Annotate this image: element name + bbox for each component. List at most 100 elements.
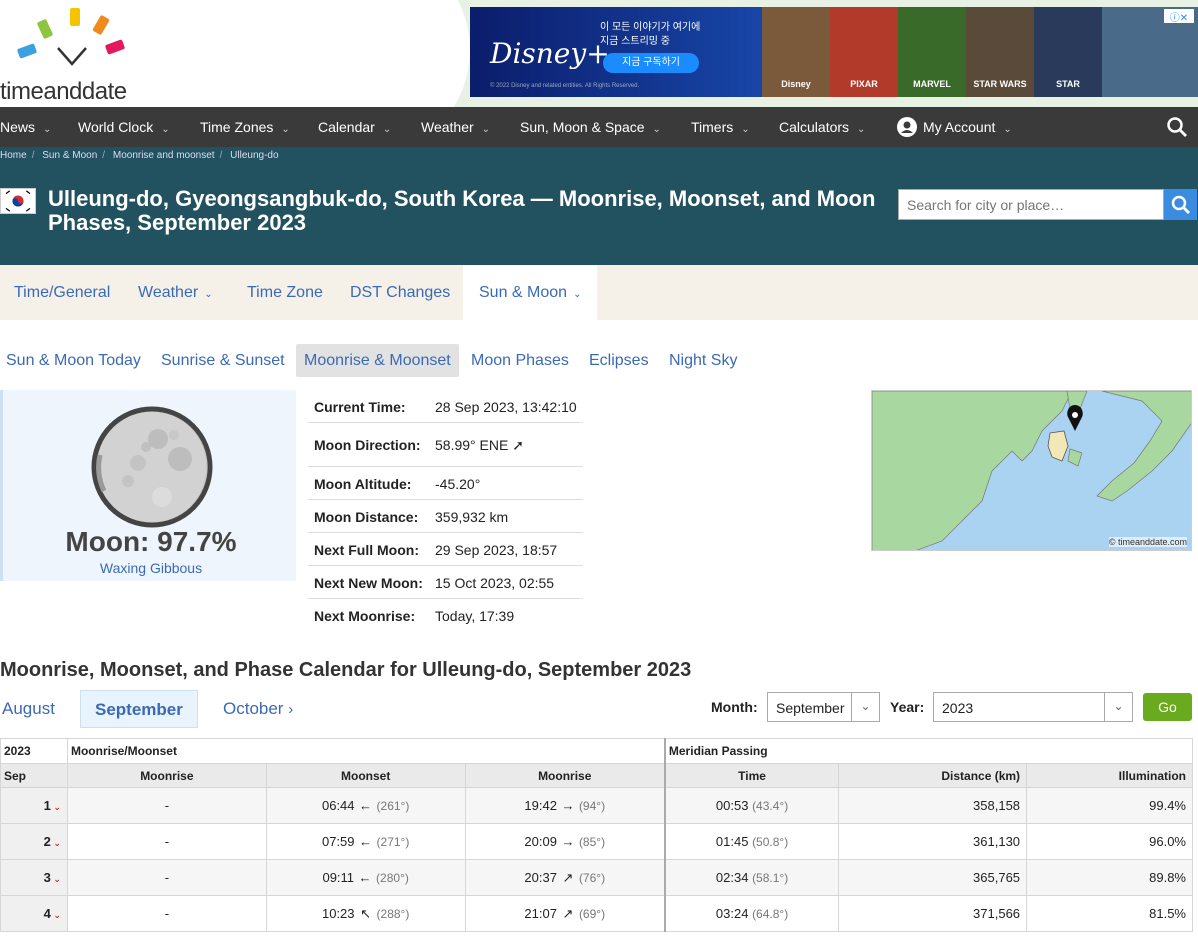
chevron-down-icon: ⌄ xyxy=(1003,124,1012,135)
moonrise-cell: - xyxy=(66,823,267,860)
title-band: Home / Sun & Moon / Moonrise and moonset / … xyxy=(0,147,1198,265)
moonset-cell: 07:59 ← (271°) xyxy=(265,823,466,860)
moonrise-cell: 19:42 → (94°) xyxy=(464,787,666,824)
direction-arrow-icon: ← xyxy=(358,870,372,885)
year-select[interactable]: 2023 ⌄ xyxy=(933,692,1133,722)
meridian-time-cell: 01:45 (50.8°) xyxy=(663,823,840,860)
moonset-cell: 06:44 ← (261°) xyxy=(265,787,466,824)
subnav-sun-moon-today[interactable]: Sun & Moon Today xyxy=(6,344,141,377)
day-cell[interactable]: 2 ⌄ xyxy=(0,823,68,860)
calendar-heading: Moonrise, Moonset, and Phase Calendar fo… xyxy=(0,659,692,681)
site-logo[interactable]: timeanddate xyxy=(0,6,160,105)
meridian-time-cell: 02:34 (58.1°) xyxy=(663,859,840,896)
ad-tagline-line1: 이 모든 이야기가 여기에 xyxy=(600,22,701,33)
day-cell[interactable]: 1 ⌄ xyxy=(0,787,68,824)
table-row[interactable]: 2 ⌄ -07:59 ← (271°) 20:09 → (85°) 01:45 (50.8°)… xyxy=(0,823,1193,860)
illumination-cell: 89.8% xyxy=(1026,859,1193,896)
table-row[interactable]: 3 ⌄ -09:11 ← (280°) 20:37 ↗ (76°) 02:34 (58.1°)… xyxy=(0,859,1193,896)
breadcrumb: Home / Sun & Moon / Moonrise and moonset / … xyxy=(0,150,279,161)
ad-subscribe-button[interactable]: 지금 구독하기 xyxy=(603,53,699,73)
go-button[interactable]: Go xyxy=(1143,693,1192,721)
expand-chevron-icon[interactable]: ⌄ xyxy=(51,838,61,848)
nav-timers[interactable]: Timers ⌄ xyxy=(691,107,750,147)
moonset-cell: 10:23 ↖ (288°) xyxy=(265,895,466,932)
search-input[interactable] xyxy=(898,189,1164,220)
expand-chevron-icon[interactable]: ⌄ xyxy=(51,802,61,812)
tab-dst-changes[interactable]: DST Changes xyxy=(350,265,450,320)
col-header: Moonrise xyxy=(464,763,666,788)
expand-chevron-icon[interactable]: ⌄ xyxy=(51,874,61,884)
moonrise-cell: 20:37 ↗ (76°) xyxy=(464,859,666,896)
moonrise-cell: - xyxy=(66,895,267,932)
direction-arrow-icon: → xyxy=(561,834,575,849)
table-row[interactable]: 4 ⌄ -10:23 ↖ (288°) 21:07 ↗ (69°) 03:24 (64.8°)… xyxy=(0,895,1193,932)
expand-chevron-icon[interactable]: ⌄ xyxy=(51,910,61,920)
nav-calendar[interactable]: Calendar ⌄ xyxy=(318,107,391,147)
tab-weather[interactable]: Weather ⌄ xyxy=(138,265,213,320)
ad-tagline-line2: 지금 스트리밍 중 xyxy=(600,36,670,47)
subnav-moon-phases[interactable]: Moon Phases xyxy=(471,344,569,377)
nav-weather[interactable]: Weather ⌄ xyxy=(421,107,490,147)
nav-calculators[interactable]: Calculators ⌄ xyxy=(779,107,865,147)
subnav-night-sky[interactable]: Night Sky xyxy=(669,344,737,377)
nav-news[interactable]: News ⌄ xyxy=(0,107,51,147)
search-button[interactable] xyxy=(1164,189,1197,220)
logo-text: timeanddate xyxy=(0,78,127,105)
chevron-down-icon: ⌄ xyxy=(851,693,879,721)
ad-tile: Disney xyxy=(762,7,830,97)
info-row: Next Moonrise: Today, 17:39 xyxy=(314,608,515,624)
col-header: Moonset xyxy=(265,763,466,788)
distance-cell: 365,765 xyxy=(838,859,1028,896)
ad-tile: PIXAR xyxy=(830,7,898,97)
moonrise-cell: 20:09 → (85°) xyxy=(464,823,666,860)
chevron-down-icon: ⌄ xyxy=(481,124,491,135)
moonrise-cell: 21:07 ↗ (69°) xyxy=(464,895,666,932)
illumination-cell: 81.5% xyxy=(1026,895,1193,932)
day-cell[interactable]: 4 ⌄ xyxy=(0,895,68,932)
search-icon[interactable] xyxy=(1166,116,1188,138)
chevron-down-icon: ⌄ xyxy=(573,289,582,300)
breadcrumb-sun-moon[interactable]: Sun & Moon xyxy=(42,150,97,161)
month-select[interactable]: September ⌄ xyxy=(767,692,880,722)
advertisement-banner[interactable]: Disney+ 이 모든 이야기가 여기에 지금 스트리밍 중 지금 구독하기 … xyxy=(470,7,1198,97)
day-cell[interactable]: 3 ⌄ xyxy=(0,859,68,896)
ad-panel: Disney+ 이 모든 이야기가 여기에 지금 스트리밍 중 지금 구독하기 … xyxy=(470,7,762,97)
direction-arrow-icon: ↗ xyxy=(562,869,574,885)
nav-time-zones[interactable]: Time Zones ⌄ xyxy=(200,107,290,147)
direction-arrow-icon: ↗ xyxy=(562,905,574,921)
tab-time-zone[interactable]: Time Zone xyxy=(247,265,323,320)
tab-time-general[interactable]: Time/General xyxy=(14,265,110,320)
table-row[interactable]: 1 ⌄ -06:44 ← (261°) 19:42 → (94°) 00:53 (43.4°)… xyxy=(0,787,1193,824)
ad-tile: STAR WARS xyxy=(966,7,1034,97)
direction-arrow-icon: ↖ xyxy=(360,905,371,921)
breadcrumb-current: Ulleung-do xyxy=(230,150,279,161)
col-header: Distance (km) xyxy=(838,763,1028,788)
info-row: Next Full Moon: 29 Sep 2023, 18:57 xyxy=(308,533,583,566)
logo-mark-icon xyxy=(17,8,125,66)
prev-month-link[interactable]: August xyxy=(2,690,55,728)
month-label: Month: xyxy=(711,699,758,715)
chevron-down-icon: ⌄ xyxy=(161,124,170,135)
subnav-sunrise-sunset[interactable]: Sunrise & Sunset xyxy=(161,344,285,377)
breadcrumb-home[interactable]: Home xyxy=(0,150,27,161)
location-map[interactable]: © timeanddate.com xyxy=(871,390,1192,551)
header-moonrise-moonset: Moonrise/Moonset xyxy=(66,738,666,764)
moon-phase-link[interactable]: Waxing Gibbous xyxy=(3,560,299,576)
nav-my-account[interactable]: My Account ⌄ xyxy=(897,107,1012,147)
breadcrumb-moonrise-moonset[interactable]: Moonrise and moonset xyxy=(113,150,215,161)
map-graphic xyxy=(872,391,1191,550)
direction-arrow-icon: ← xyxy=(359,798,373,813)
tab-sun-moon[interactable]: Sun & Moon ⌄ xyxy=(463,265,598,320)
next-month-link[interactable]: October › xyxy=(223,690,293,728)
nav-sun-moon-space[interactable]: Sun, Moon & Space ⌄ xyxy=(520,107,661,147)
ad-close-icon[interactable]: ⓘ✕ xyxy=(1164,9,1194,24)
header-meridian-passing: Meridian Passing xyxy=(663,738,1193,764)
page-title: Ulleung-do, Gyeongsangbuk-do, South Kore… xyxy=(48,186,876,235)
subnav-moonrise-moonset[interactable]: Moonrise & Moonset xyxy=(296,344,459,377)
moonrise-cell: - xyxy=(66,787,267,824)
illumination-cell: 96.0% xyxy=(1026,823,1193,860)
info-row: Current Time: 28 Sep 2023, 13:42:10 xyxy=(308,390,583,423)
subnav-eclipses[interactable]: Eclipses xyxy=(589,344,649,377)
nav-world-clock[interactable]: World Clock ⌄ xyxy=(78,107,170,147)
meridian-time-cell: 00:53 (43.4°) xyxy=(663,787,840,824)
